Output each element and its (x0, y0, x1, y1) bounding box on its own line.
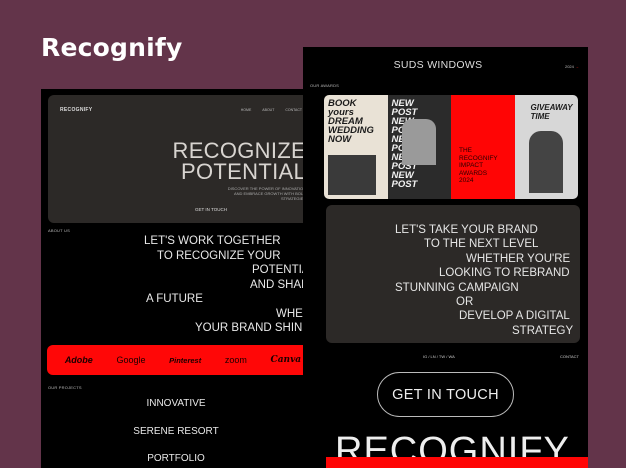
client-logos-bar: Adobe Google Pinterest zoom Canva (47, 345, 319, 375)
work-statement: LET'S WORK TOGETHER TO RECOGNIZE YOUR PO… (144, 235, 319, 334)
canva-logo: Canva (270, 355, 302, 365)
contact-link[interactable]: CONTACT (560, 354, 579, 359)
pinterest-logo: Pinterest (169, 355, 202, 365)
nav-contact[interactable]: CONTACT (285, 108, 302, 112)
nav-home[interactable]: HOME (241, 108, 252, 112)
award-card-impact[interactable]: THE RECOGNIFY IMPACT AWARDS 2024 (451, 95, 515, 199)
about-label: ABOUT US (48, 228, 70, 233)
get-in-touch-button[interactable]: GET IN TOUCH (377, 372, 514, 417)
started-section: LET'S TAKE YOUR BRAND TO THE NEXT LEVEL … (326, 205, 580, 343)
hero-subtext: DISCOVER THE POWER OF INNOVATION AND EMB… (227, 186, 306, 201)
right-mockup: SUDS WINDOWS 2024 → OUR AWARDS BOOK your… (303, 47, 588, 468)
site-nav: HOME ABOUT CONTACT (241, 108, 302, 112)
google-logo: Google (116, 355, 146, 365)
portrait-photo (401, 119, 436, 165)
awards-gallery: BOOK yours DREAM WEDDING NOW NEW POST NE… (324, 95, 578, 199)
project-title: SERENE RESORT (133, 426, 219, 437)
project-title: PORTFOLIO (147, 453, 205, 464)
projects-label: OUR PROJECTS (48, 385, 82, 390)
award-card-giveaway[interactable]: GIVEAWAY TIME (514, 95, 578, 199)
project-title: INNOVATIVE (146, 398, 206, 409)
zoom-logo: zoom (224, 355, 247, 365)
adobe-logo: Adobe (64, 355, 93, 365)
social-links[interactable]: IG / LN / TW / WA (423, 354, 455, 359)
project-row[interactable]: PORTFOLIO 2024 → (41, 453, 326, 468)
footer-red-bar (326, 457, 588, 468)
project-title-header: SUDS WINDOWS (393, 59, 483, 71)
project-year: 2024 → (564, 64, 579, 69)
left-mockup: RECOGNIFY HOME ABOUT CONTACT RECOGNIZE P… (41, 89, 326, 468)
person-photo (528, 131, 563, 193)
brand-title: Recognify (41, 33, 183, 62)
nav-about[interactable]: ABOUT (262, 108, 274, 112)
hero-cta-link[interactable]: GET IN TOUCH (195, 207, 227, 212)
site-logo[interactable]: RECOGNIFY (60, 107, 92, 113)
award-card-wedding[interactable]: BOOK yours DREAM WEDDING NOW (324, 95, 388, 199)
project-row[interactable]: INNOVATIVE 2023 → (41, 398, 326, 414)
project-row[interactable]: SERENE RESORT 2022 → (41, 426, 326, 442)
arrow-icon: → (575, 64, 579, 69)
hero-headline: RECOGNIZE POTENTIAL (172, 138, 306, 184)
couple-photo (328, 155, 376, 195)
impact-awards-text: THE RECOGNIFY IMPACT AWARDS 2024 (459, 147, 498, 184)
awards-label: OUR AWARDS (310, 83, 340, 88)
award-card-newpost[interactable]: NEW POST NEW POST NEW POST NEW POST NEW … (387, 95, 451, 199)
hero-section: RECOGNIFY HOME ABOUT CONTACT RECOGNIZE P… (48, 95, 319, 223)
